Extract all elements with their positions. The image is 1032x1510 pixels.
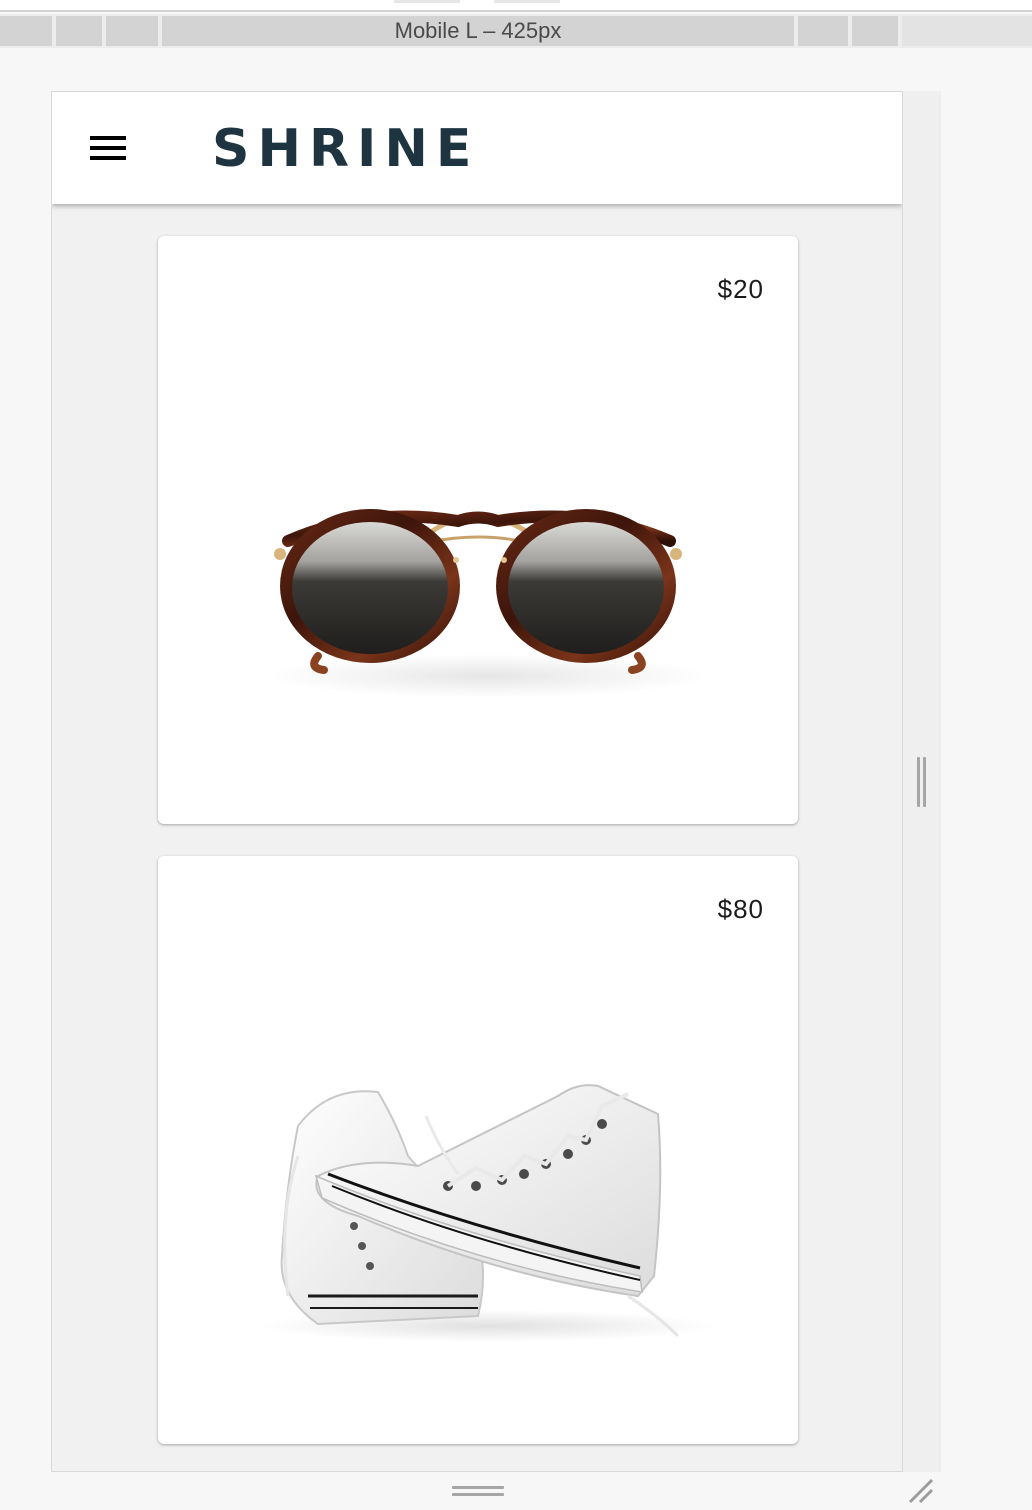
product-price: $80 xyxy=(717,894,764,924)
ruler-marker xyxy=(394,0,460,3)
resize-width-handle[interactable] xyxy=(915,757,927,807)
media-query-segment[interactable] xyxy=(798,16,848,46)
device-viewport: SHRINE $20 $80 xyxy=(51,91,903,1472)
product-card[interactable]: $20 xyxy=(158,236,798,824)
resize-height-handle[interactable] xyxy=(452,1484,504,1498)
device-toolbar: Mobile L – 425px xyxy=(0,14,1032,48)
media-query-segment[interactable] xyxy=(852,16,898,46)
device-preset-label[interactable]: Mobile L – 425px xyxy=(162,16,794,46)
media-query-segment[interactable] xyxy=(0,16,52,46)
ruler-marker xyxy=(494,0,560,3)
sneakers-image xyxy=(258,1084,718,1342)
browser-top-edge xyxy=(0,0,1032,12)
product-price: $20 xyxy=(717,274,764,304)
app-title: SHRINE xyxy=(212,119,480,179)
top-app-bar: SHRINE xyxy=(52,92,902,204)
resize-corner-icon[interactable] xyxy=(906,1476,936,1506)
media-query-segment[interactable] xyxy=(56,16,102,46)
media-query-segment[interactable] xyxy=(106,16,158,46)
media-query-segment[interactable] xyxy=(902,16,1032,46)
sunglasses-image xyxy=(268,509,708,698)
menu-button[interactable] xyxy=(78,120,138,176)
product-card[interactable]: $80 xyxy=(158,856,798,1444)
